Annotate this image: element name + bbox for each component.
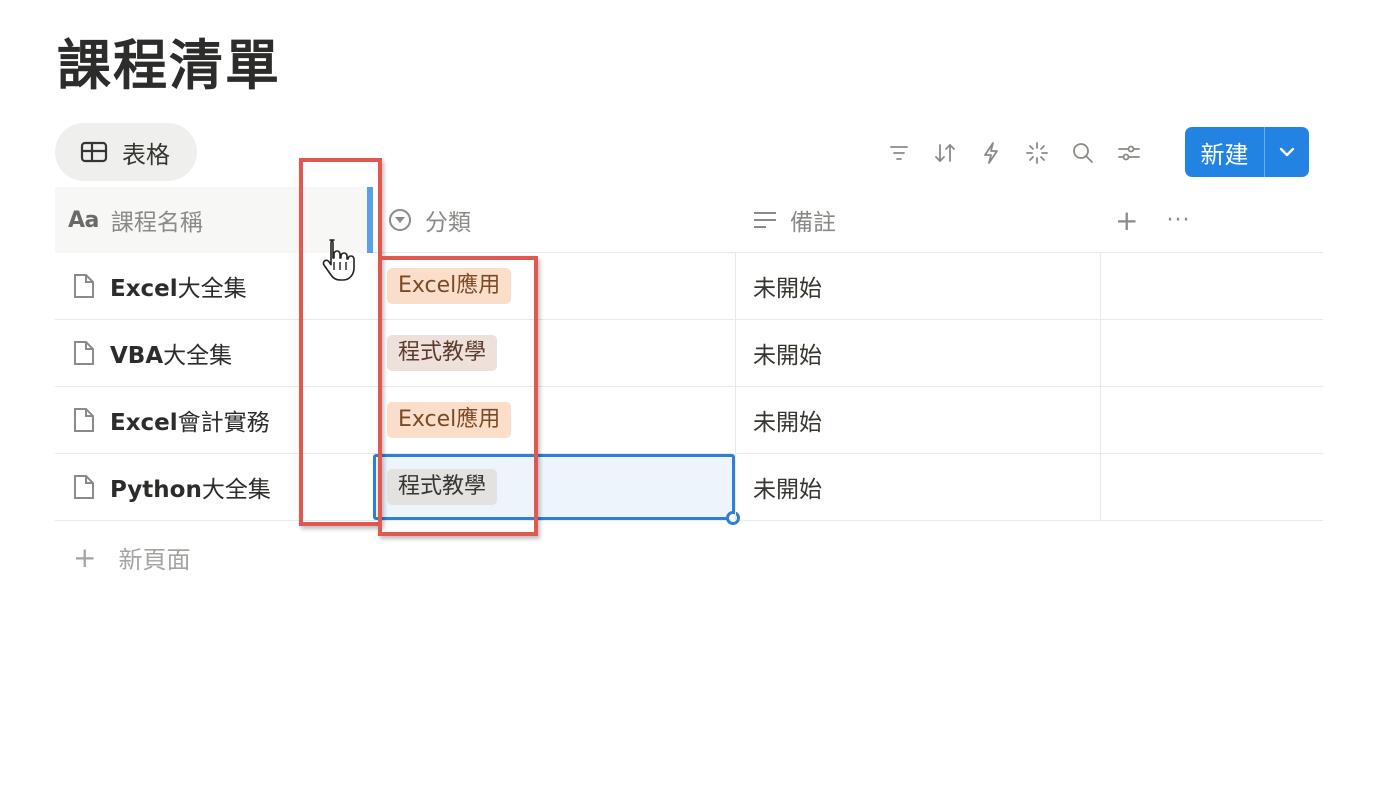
table-row[interactable]: VBA大全集 程式教學 未開始 — [55, 320, 1323, 387]
row-title-rest: 大全集 — [163, 343, 233, 369]
database-toolbar — [876, 131, 1152, 175]
cell-empty — [1100, 454, 1323, 520]
row-title-bold: Excel — [110, 276, 178, 302]
cell-empty — [1100, 320, 1323, 386]
settings-sliders-icon[interactable] — [1106, 131, 1152, 175]
search-icon[interactable] — [1060, 131, 1106, 175]
cell-notes[interactable]: 未開始 — [735, 320, 1100, 386]
table-row[interactable]: Excel會計實務 Excel應用 未開始 — [55, 387, 1323, 454]
filter-icon[interactable] — [876, 131, 922, 175]
automation-icon[interactable] — [968, 131, 1014, 175]
column-header-label: 分類 — [425, 210, 471, 236]
row-title-bold: Python — [110, 477, 202, 503]
new-page-label: 新頁面 — [118, 545, 191, 574]
chevron-down-icon — [1279, 147, 1295, 157]
column-header-actions: + ··· — [1115, 187, 1190, 253]
database-table: Aa 課程名稱 分類 備註 + ··· Excel大全集 Excel應用 未開始 — [55, 187, 1323, 525]
cell-empty — [1100, 253, 1323, 319]
cell-empty — [1100, 387, 1323, 453]
row-title-rest: 會計實務 — [177, 410, 270, 436]
select-icon — [389, 209, 411, 231]
hand-pointer-cursor-icon — [322, 239, 355, 281]
cell-notes[interactable]: 未開始 — [735, 387, 1100, 453]
column-header-label: 課程名稱 — [110, 210, 203, 236]
annotation-highlight-box — [299, 158, 382, 526]
column-header-category[interactable]: 分類 — [387, 187, 471, 253]
page-icon — [74, 475, 94, 499]
column-header-notes[interactable]: 備註 — [752, 187, 836, 253]
page-icon — [74, 408, 94, 432]
cell-notes[interactable]: 未開始 — [735, 253, 1100, 319]
new-page-button[interactable]: + 新頁面 — [55, 523, 190, 591]
row-title-rest: 大全集 — [177, 276, 247, 302]
plus-icon: + — [73, 540, 97, 574]
tab-label: 表格 — [122, 140, 170, 169]
column-header-label: 備註 — [790, 210, 836, 236]
table-row[interactable]: Excel大全集 Excel應用 未開始 — [55, 253, 1323, 320]
page-title: 課程清單 — [57, 34, 281, 97]
title-property-icon: Aa — [68, 207, 99, 233]
ai-sparkle-icon[interactable] — [1014, 131, 1060, 175]
page-icon — [74, 274, 94, 298]
plus-icon[interactable]: + — [1115, 204, 1138, 237]
new-button[interactable]: 新建 — [1185, 127, 1265, 177]
tab-table-view[interactable]: 表格 — [55, 123, 197, 181]
page-icon — [74, 341, 94, 365]
table-header: Aa 課程名稱 分類 備註 + ··· — [55, 187, 1323, 253]
more-horizontal-icon[interactable]: ··· — [1166, 208, 1190, 233]
row-title-rest: 大全集 — [201, 477, 271, 503]
sort-icon[interactable] — [922, 131, 968, 175]
table-icon — [80, 141, 108, 163]
table-row[interactable]: Python大全集 程式教學 未開始 — [55, 454, 1323, 525]
new-button-group: 新建 — [1185, 127, 1309, 177]
row-title-bold: Excel — [110, 410, 178, 436]
text-lines-icon — [754, 212, 776, 228]
cell-notes[interactable]: 未開始 — [735, 454, 1100, 520]
annotation-highlight-box — [378, 256, 538, 536]
row-title-bold: VBA — [110, 343, 164, 369]
new-dropdown-button[interactable] — [1265, 127, 1309, 177]
